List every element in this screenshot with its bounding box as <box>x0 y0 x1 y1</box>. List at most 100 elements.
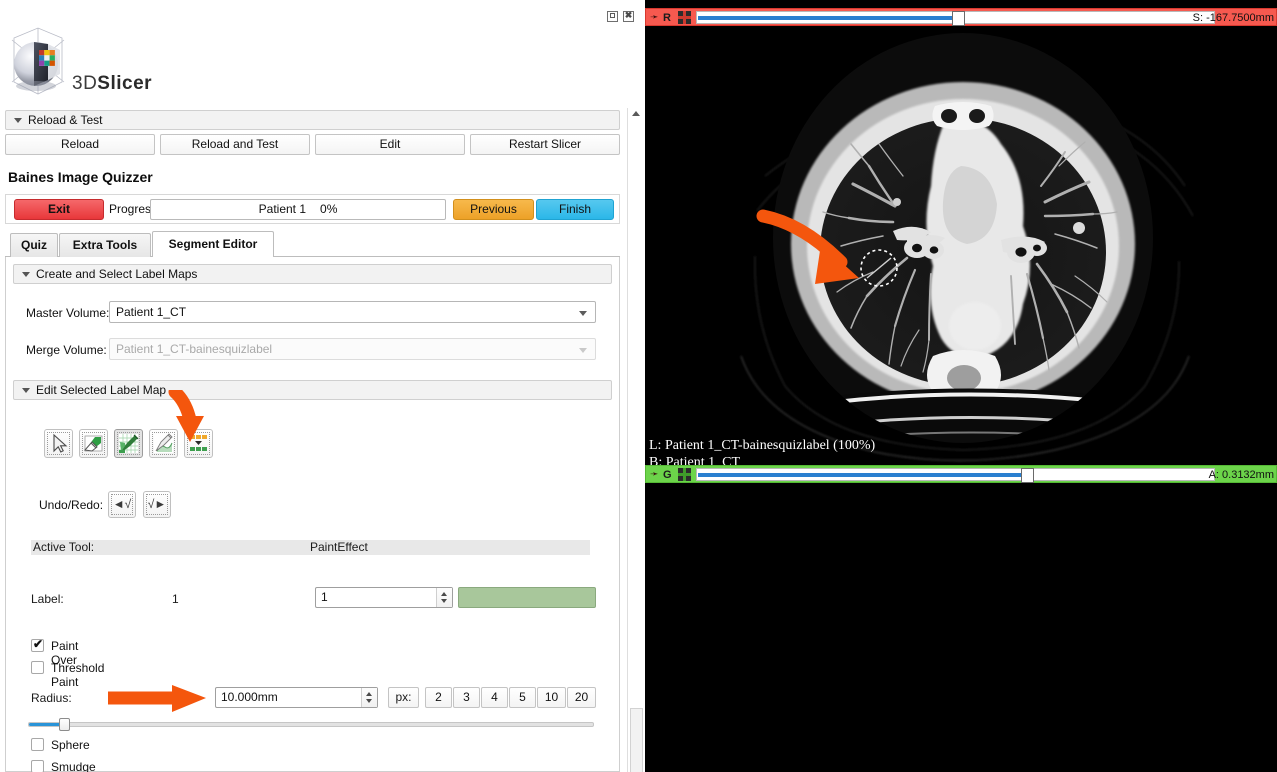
focus-outline <box>111 494 133 515</box>
pin-icon[interactable]: ➛ <box>650 14 659 22</box>
label-current-number: 1 <box>172 592 179 606</box>
spinner-down-icon[interactable] <box>441 599 447 603</box>
radius-slider-thumb[interactable] <box>59 718 70 731</box>
edit-selected-label-map-header[interactable]: Edit Selected Label Map <box>13 380 612 400</box>
slice-overlay-labels: L: Patient 1_CT-bainesquizlabel (100%) B… <box>649 437 875 465</box>
spinner-up-icon[interactable] <box>441 592 447 596</box>
focus-outline <box>47 432 70 455</box>
green-slice-controller: ➛ G A: 0.3132mm <box>645 465 1277 483</box>
redo-button[interactable]: √► <box>143 491 171 518</box>
px-preset-3[interactable]: 3 <box>453 687 480 708</box>
radius-value: 10.000mm <box>221 690 278 704</box>
sphere-checkbox[interactable] <box>31 738 44 751</box>
quizzer-control-bar: Exit Progress Patient 10% Previous Finis… <box>5 194 620 224</box>
tab-extra-tools[interactable]: Extra Tools <box>59 233 151 257</box>
spinner-arrows[interactable] <box>361 688 377 707</box>
erase-label-tool-button[interactable] <box>79 429 108 458</box>
module-tabbar: Quiz Extra Tools Segment Editor <box>5 231 620 257</box>
ct-axial-slice-image[interactable]: L: Patient 1_CT-bainesquizlabel (100%) B… <box>645 26 1277 465</box>
px-preset-2[interactable]: 2 <box>425 687 452 708</box>
crosshair-visibility-icon[interactable] <box>678 11 691 24</box>
reload-button[interactable]: Reload <box>5 134 155 155</box>
smudge-label: Smudge <box>51 760 96 772</box>
collapse-triangle-icon <box>14 118 22 123</box>
pin-icon[interactable]: ➛ <box>650 471 659 479</box>
px-preset-20[interactable]: 20 <box>567 687 596 708</box>
active-tool-value: PaintEffect <box>310 540 368 555</box>
spinner-down-icon[interactable] <box>366 699 372 703</box>
exit-button[interactable]: Exit <box>14 199 104 220</box>
active-tool-label: Active Tool: <box>33 540 94 555</box>
master-volume-combobox[interactable]: Patient 1_CT <box>109 301 596 323</box>
ct-image-render <box>645 26 1277 465</box>
merge-volume-value: Patient 1_CT-bainesquizlabel <box>116 342 272 356</box>
green-slider-thumb[interactable] <box>1021 468 1034 483</box>
radius-input[interactable]: 10.000mm <box>215 687 378 708</box>
restart-slicer-button[interactable]: Restart Slicer <box>470 134 620 155</box>
green-slice-letter: G <box>663 468 672 482</box>
progress-patient-name: Patient 1 <box>259 200 306 219</box>
undo-redo-label: Undo/Redo: <box>39 498 103 512</box>
radius-label: Radius: <box>31 691 72 705</box>
slicer-logo-area: 3DSlicer <box>0 20 645 108</box>
paint-over-checkbox[interactable] <box>31 639 44 652</box>
green-slice-coordinate: A: 0.3132mm <box>1209 468 1274 482</box>
default-tool-button[interactable] <box>44 429 73 458</box>
reload-and-test-button[interactable]: Reload and Test <box>160 134 310 155</box>
undo-button[interactable]: ◄√ <box>108 491 136 518</box>
active-tool-row: Active Tool: PaintEffect <box>31 540 590 555</box>
red-slice-letter: R <box>663 11 671 25</box>
red-slice-slider[interactable] <box>696 11 1215 24</box>
focus-outline <box>82 432 105 455</box>
empty-slice-viewer[interactable] <box>645 483 1277 772</box>
chevron-down-icon <box>579 348 587 353</box>
edit-button[interactable]: Edit <box>315 134 465 155</box>
threshold-paint-checkbox[interactable] <box>31 661 44 674</box>
tab-segment-editor[interactable]: Segment Editor <box>152 231 274 257</box>
panel-scrollbar[interactable] <box>627 108 644 772</box>
px-unit-label: px: <box>388 687 419 708</box>
slicer-application-window: ✖ <box>0 0 1277 772</box>
scrollbar-thumb[interactable] <box>630 708 643 772</box>
green-slider-fill <box>698 473 1024 477</box>
px-preset-5[interactable]: 5 <box>509 687 536 708</box>
spinner-arrows[interactable] <box>436 588 452 607</box>
progress-bar: Patient 1 0% <box>150 199 446 220</box>
red-slice-controller: ➛ R S: -167.7500mm <box>645 8 1277 26</box>
finish-button[interactable]: Finish <box>536 199 614 220</box>
create-and-select-label-maps-header[interactable]: Create and Select Label Maps <box>13 264 612 284</box>
logo-suffix: Slicer <box>97 73 152 94</box>
paint-tool-button[interactable] <box>114 429 143 458</box>
crosshair-visibility-icon[interactable] <box>678 468 691 481</box>
master-volume-value: Patient 1_CT <box>116 305 186 319</box>
create-and-select-label-maps-title: Create and Select Label Maps <box>36 267 197 281</box>
label-threshold-tool-button[interactable] <box>184 429 213 458</box>
draw-tool-button[interactable] <box>149 429 178 458</box>
radius-slider-track[interactable] <box>28 722 594 727</box>
smudge-checkbox[interactable] <box>31 760 44 772</box>
label-color-swatch[interactable] <box>458 587 596 608</box>
master-volume-label: Master Volume: <box>26 306 109 320</box>
logo-prefix: 3D <box>72 73 97 94</box>
label-spin-value: 1 <box>321 590 328 604</box>
reload-and-test-section-header[interactable]: Reload & Test <box>5 110 620 130</box>
focus-outline <box>152 432 175 455</box>
green-slice-slider[interactable] <box>696 468 1215 481</box>
close-glyph: ✖ <box>624 11 633 20</box>
spinner-up-icon[interactable] <box>366 692 372 696</box>
overlay-line-2: B: Patient 1_CT <box>649 455 740 465</box>
red-slider-thumb[interactable] <box>952 11 965 26</box>
px-preset-4[interactable]: 4 <box>481 687 508 708</box>
label-field-label: Label: <box>31 592 64 606</box>
previous-button[interactable]: Previous <box>453 199 534 220</box>
tab-quiz[interactable]: Quiz <box>10 233 58 257</box>
radius-slider[interactable] <box>28 718 594 730</box>
px-preset-10[interactable]: 10 <box>537 687 566 708</box>
sphere-label: Sphere <box>51 738 90 752</box>
scroll-up-arrow-icon[interactable] <box>632 111 640 116</box>
slicer-logo-text: 3DSlicer <box>72 73 152 95</box>
threshold-paint-label: Threshold Paint <box>51 661 104 689</box>
edit-selected-label-map-title: Edit Selected Label Map <box>36 383 166 397</box>
progress-percent: 0% <box>320 200 337 219</box>
label-value-spinbox[interactable]: 1 <box>315 587 453 608</box>
